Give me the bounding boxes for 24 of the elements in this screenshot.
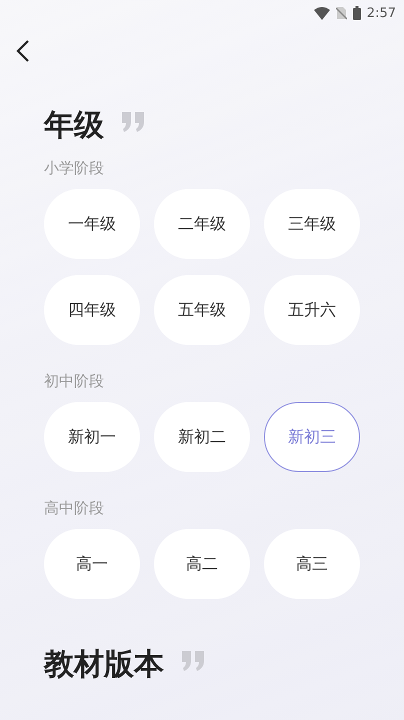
no-sim-icon: [336, 6, 347, 20]
stage-label: 高中阶段: [44, 498, 105, 518]
grade-button[interactable]: 高二: [154, 529, 250, 599]
grade-button[interactable]: 一年级: [44, 189, 140, 259]
stage-label: 初中阶段: [44, 371, 105, 391]
grade-button[interactable]: 新初一: [44, 402, 140, 472]
grade-button[interactable]: 高一: [44, 529, 140, 599]
stage-label: 小学阶段: [44, 158, 105, 178]
grade-button[interactable]: 五年级: [154, 275, 250, 345]
grade-button[interactable]: 五升六: [264, 275, 360, 345]
grade-button[interactable]: 三年级: [264, 189, 360, 259]
section-title: 教材版本: [44, 647, 164, 683]
grade-button[interactable]: 高三: [264, 529, 360, 599]
wifi-icon: [314, 6, 330, 20]
quote-icon: [182, 651, 206, 671]
quote-icon: [122, 112, 146, 132]
grade-button[interactable]: 二年级: [154, 189, 250, 259]
section-title: 年级: [44, 108, 104, 144]
status-time: 2:57: [366, 6, 396, 20]
back-icon[interactable]: [16, 40, 30, 62]
grade-button[interactable]: 四年级: [44, 275, 140, 345]
grade-button[interactable]: 新初二: [154, 402, 250, 472]
grade-button[interactable]: 新初三: [264, 402, 360, 472]
battery-icon: [352, 6, 361, 20]
